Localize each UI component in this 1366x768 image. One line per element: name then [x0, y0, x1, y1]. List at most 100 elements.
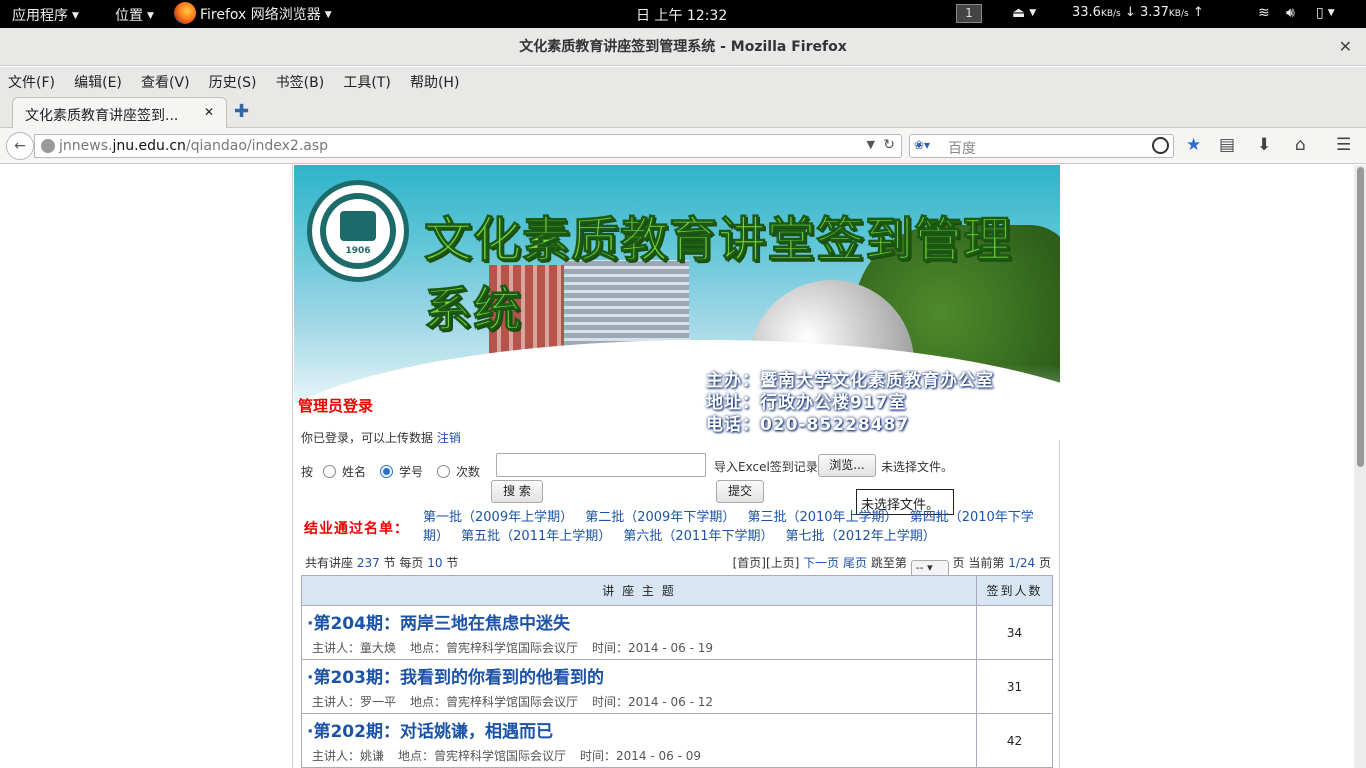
graduates-label: 结业通过名单： — [304, 521, 409, 537]
page-scrollbar[interactable] — [1354, 165, 1366, 768]
battery-icon[interactable]: ▯ ▼ — [1316, 5, 1335, 21]
site-banner: 1906 文化素质教育讲堂签到管理系统 主办：暨南大学文化素质教育办公室 地址：… — [294, 165, 1060, 440]
url-domain: jnu.edu.cn — [112, 138, 186, 154]
app-menu[interactable]: Firefox 网络浏览器 ▼ — [174, 2, 332, 24]
tab-close-icon[interactable]: ✕ — [204, 105, 214, 119]
tab-bar: 文化素质教育讲座签到... ✕ ✚ — [0, 95, 1366, 129]
upload-speed: 3.37 — [1139, 5, 1169, 20]
lecture-table: 讲 座 主 题 签到人数 ·第204期：两岸三地在焦虑中迷失 主讲人：童大焕 地点… — [301, 575, 1053, 768]
clock[interactable]: 日 上午 12:32 — [636, 5, 727, 25]
login-status-text: 你已登录，可以上传数据 — [301, 431, 434, 445]
tab-active[interactable]: 文化素质教育讲座签到... ✕ — [12, 97, 227, 129]
emblem-mark — [340, 211, 376, 241]
new-tab-plus-icon[interactable]: ✚ — [234, 101, 249, 122]
lecture-meta: 主讲人：童大焕 地点：曾宪梓科学馆国际会议厅 时间：2014 - 06 - 19 — [302, 634, 976, 656]
batch-link-5[interactable]: 第五批（2011年上学期） — [461, 529, 611, 544]
search-by-label: 按 — [301, 465, 314, 479]
lecture-cell: ·第203期：我看到的你看到的他看到的 主讲人：罗一平 地点：曾宪梓科学馆国际会议… — [301, 659, 977, 714]
logout-link[interactable]: 注销 — [437, 431, 461, 445]
search-button[interactable]: 搜 索 — [491, 480, 543, 503]
firefox-icon — [174, 2, 196, 24]
window-title-bar: 文化素质教育讲座签到管理系统 - Mozilla Firefox ✕ — [0, 28, 1366, 66]
places-menu[interactable]: 位置 ▼ — [115, 5, 154, 25]
applications-menu[interactable]: 应用程序 ▼ — [12, 5, 79, 25]
table-row: ·第203期：我看到的你看到的他看到的 主讲人：罗一平 地点：曾宪梓科学馆国际会议… — [301, 659, 1053, 714]
lecture-place: 地点：曾宪梓科学馆国际会议厅 — [410, 695, 579, 709]
current-label: 当前第 — [968, 556, 1005, 570]
back-arrow-icon[interactable]: ← — [6, 132, 34, 160]
batch-link-6[interactable]: 第六批（2011年下学期） — [623, 529, 773, 544]
browse-file-button[interactable]: 浏览... — [818, 454, 876, 477]
batch-link-1[interactable]: 第一批（2009年上学期） — [423, 510, 573, 525]
login-status: 你已登录，可以上传数据 注销 — [301, 429, 461, 446]
url-bar[interactable]: jnnews.jnu.edu.cn/qiandao/index2.asp ▼ ↻ — [34, 134, 902, 158]
applications-label: 应用程序 — [12, 8, 68, 24]
chevron-down-icon: ▼ — [147, 11, 154, 21]
workspace-indicator[interactable]: 1 — [956, 4, 982, 23]
bookmark-star-icon[interactable]: ★ — [1186, 135, 1201, 155]
navigation-bar: ← jnnews.jnu.edu.cn/qiandao/index2.asp ▼… — [0, 128, 1366, 164]
app-name-label: Firefox 网络浏览器 — [200, 7, 321, 23]
current-suffix: 页 — [1038, 556, 1051, 570]
table-row: ·第204期：两岸三地在焦虑中迷失 主讲人：童大焕 地点：曾宪梓科学馆国际会议厅时… — [301, 605, 1053, 660]
total-mid: 节 每页 — [383, 556, 424, 570]
scrollbar-thumb[interactable] — [1357, 167, 1364, 467]
submit-button[interactable]: 提交 — [716, 480, 764, 503]
menu-help[interactable]: 帮助(H) — [402, 67, 466, 92]
search-input[interactable] — [496, 453, 706, 477]
upload-arrow-icon: ↑ — [1192, 5, 1204, 20]
baidu-paw-icon[interactable]: ❀▾ — [914, 138, 944, 152]
volume-icon[interactable]: 🔊︎ — [1286, 5, 1295, 21]
hamburger-menu-icon[interactable]: ☰ — [1336, 135, 1351, 155]
menu-tools[interactable]: 工具(T) — [335, 67, 397, 92]
reading-list-icon[interactable]: ▤ — [1219, 135, 1235, 155]
menu-bookmarks[interactable]: 书签(B) — [268, 67, 332, 92]
lecture-title-link[interactable]: ·第202期：对话姚谦，相遇而已 — [302, 714, 976, 742]
home-icon[interactable]: ⌂ — [1295, 135, 1306, 155]
lecture-title-link[interactable]: ·第203期：我看到的你看到的他看到的 — [302, 660, 976, 688]
search-bar[interactable]: ❀▾ 百度 — [909, 134, 1174, 158]
window-close-icon[interactable]: ✕ — [1339, 28, 1352, 66]
table-row: ·第202期：对话姚谦，相遇而已 主讲人：姚谦 地点：曾宪梓科学馆国际会议厅 时间：… — [301, 713, 1053, 768]
lecture-place: 地点：曾宪梓科学馆国际会议厅 — [398, 749, 567, 763]
no-file-label: 未选择文件。 — [881, 460, 954, 474]
url-text: jnnews.jnu.edu.cn/qiandao/index2.asp — [59, 138, 328, 154]
url-subdomain: jnnews. — [59, 138, 113, 154]
radio-name[interactable] — [323, 465, 337, 478]
total-prefix: 共有讲座 — [305, 556, 354, 570]
url-dropdown-icon[interactable]: ▼ — [867, 138, 875, 151]
table-header-row: 讲 座 主 题 签到人数 — [301, 575, 1053, 606]
system-top-bar: 应用程序 ▼ 位置 ▼ Firefox 网络浏览器 ▼ 日 上午 12:32 1 ⏏ ▼… — [0, 0, 1366, 28]
phone-line: 电话：020-85228487 — [706, 415, 910, 435]
radio-student-id[interactable] — [380, 465, 394, 478]
eject-icon[interactable]: ⏏ ▼ — [1012, 5, 1036, 21]
download-arrow-icon: ↓ — [1124, 5, 1136, 20]
menu-file[interactable]: 文件(F) — [0, 67, 62, 92]
page-container: 1906 文化素质教育讲堂签到管理系统 主办：暨南大学文化素质教育办公室 地址：… — [292, 165, 1060, 768]
batch-link-7[interactable]: 第七批（2012年上学期） — [786, 529, 936, 544]
lecture-time: 时间：2014 - 06 - 12 — [592, 695, 714, 709]
lecture-count: 34 — [976, 605, 1053, 660]
next-page-link[interactable]: 下一页 — [803, 556, 839, 570]
lecture-title-link[interactable]: ·第204期：两岸三地在焦虑中迷失 — [302, 606, 976, 634]
total-count: 237 — [356, 556, 380, 570]
wifi-icon[interactable]: ≋ — [1258, 5, 1270, 21]
header-topic: 讲 座 主 题 — [301, 575, 977, 606]
import-excel-label: 导入Excel签到记录 — [714, 460, 818, 474]
university-emblem: 1906 — [307, 180, 409, 282]
menu-view[interactable]: 查看(V) — [133, 67, 197, 92]
radio-count[interactable] — [437, 465, 451, 478]
total-suffix: 节 — [446, 556, 459, 570]
menu-edit[interactable]: 编辑(E) — [66, 67, 129, 92]
per-page-count: 10 — [427, 556, 443, 570]
menu-history[interactable]: 历史(S) — [201, 67, 264, 92]
lecture-speaker: 主讲人：姚谦 — [312, 749, 385, 763]
download-icon[interactable]: ⬇ — [1257, 135, 1271, 155]
last-page-link[interactable]: 尾页 — [843, 556, 867, 570]
address-line: 地址：行政办公楼917室 — [706, 393, 907, 413]
reload-icon[interactable]: ↻ — [883, 137, 895, 153]
batch-link-3[interactable]: 第三批（2010年上学期） — [747, 510, 897, 525]
places-label: 位置 — [115, 8, 143, 24]
search-icon[interactable] — [1152, 137, 1169, 154]
batch-link-2[interactable]: 第二批（2009年下学期） — [585, 510, 735, 525]
